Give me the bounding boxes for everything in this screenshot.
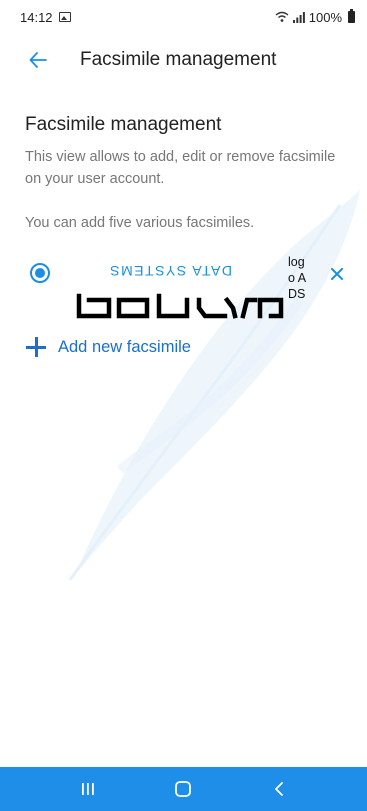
status-left: 14:12	[20, 10, 71, 25]
facsimile-item: DATA SYSTEMS log o A DS	[25, 254, 355, 326]
status-bar: 14:12 100%	[0, 0, 367, 34]
wifi-icon	[275, 11, 289, 22]
description-text: This view allows to add, edit or remove …	[25, 149, 336, 187]
system-nav-bar	[0, 767, 367, 811]
remove-facsimile-button[interactable]	[325, 262, 349, 286]
page-title: Facsimile management	[80, 49, 277, 70]
add-new-facsimile-button[interactable]: Add new facsimile	[25, 330, 191, 364]
plus-icon	[25, 336, 47, 358]
section-title: Facsimile management	[25, 114, 222, 135]
battery-icon	[348, 9, 355, 23]
logo-alt-line-2: o A	[288, 271, 307, 285]
battery-level: 100%	[308, 9, 342, 25]
home-icon	[175, 781, 192, 797]
back-icon	[275, 782, 284, 796]
main-content: Facsimile management This view allows to…	[25, 112, 345, 234]
arrow-left-icon	[29, 52, 47, 68]
close-icon	[331, 268, 343, 280]
hint-text: You can add five various facsimiles.	[25, 215, 255, 231]
status-right: 100%	[275, 9, 355, 25]
home-button[interactable]	[163, 774, 203, 804]
logo-wordmark	[76, 293, 284, 319]
recents-button[interactable]	[68, 774, 108, 804]
signal-icon	[292, 12, 305, 23]
screen: 14:12 100% Facsimile management Facsimil…	[0, 0, 367, 811]
facsimile-logo-image[interactable]: DATA SYSTEMS	[75, 258, 285, 320]
logo-alt-line-3: DS	[288, 287, 306, 301]
logo-alt-text: log o A DS	[288, 254, 318, 302]
image-icon	[58, 12, 71, 22]
app-bar: Facsimile management	[0, 40, 367, 80]
facsimile-radio[interactable]	[30, 263, 50, 283]
status-time: 14:12	[20, 9, 53, 25]
logo-tagline: DATA SYSTEMS	[109, 263, 232, 279]
back-button[interactable]	[18, 40, 58, 80]
logo-alt-line-1: log	[288, 255, 305, 269]
nav-back-button[interactable]	[259, 774, 299, 804]
recents-icon	[81, 783, 94, 795]
add-new-facsimile-label: Add new facsimile	[58, 337, 191, 356]
